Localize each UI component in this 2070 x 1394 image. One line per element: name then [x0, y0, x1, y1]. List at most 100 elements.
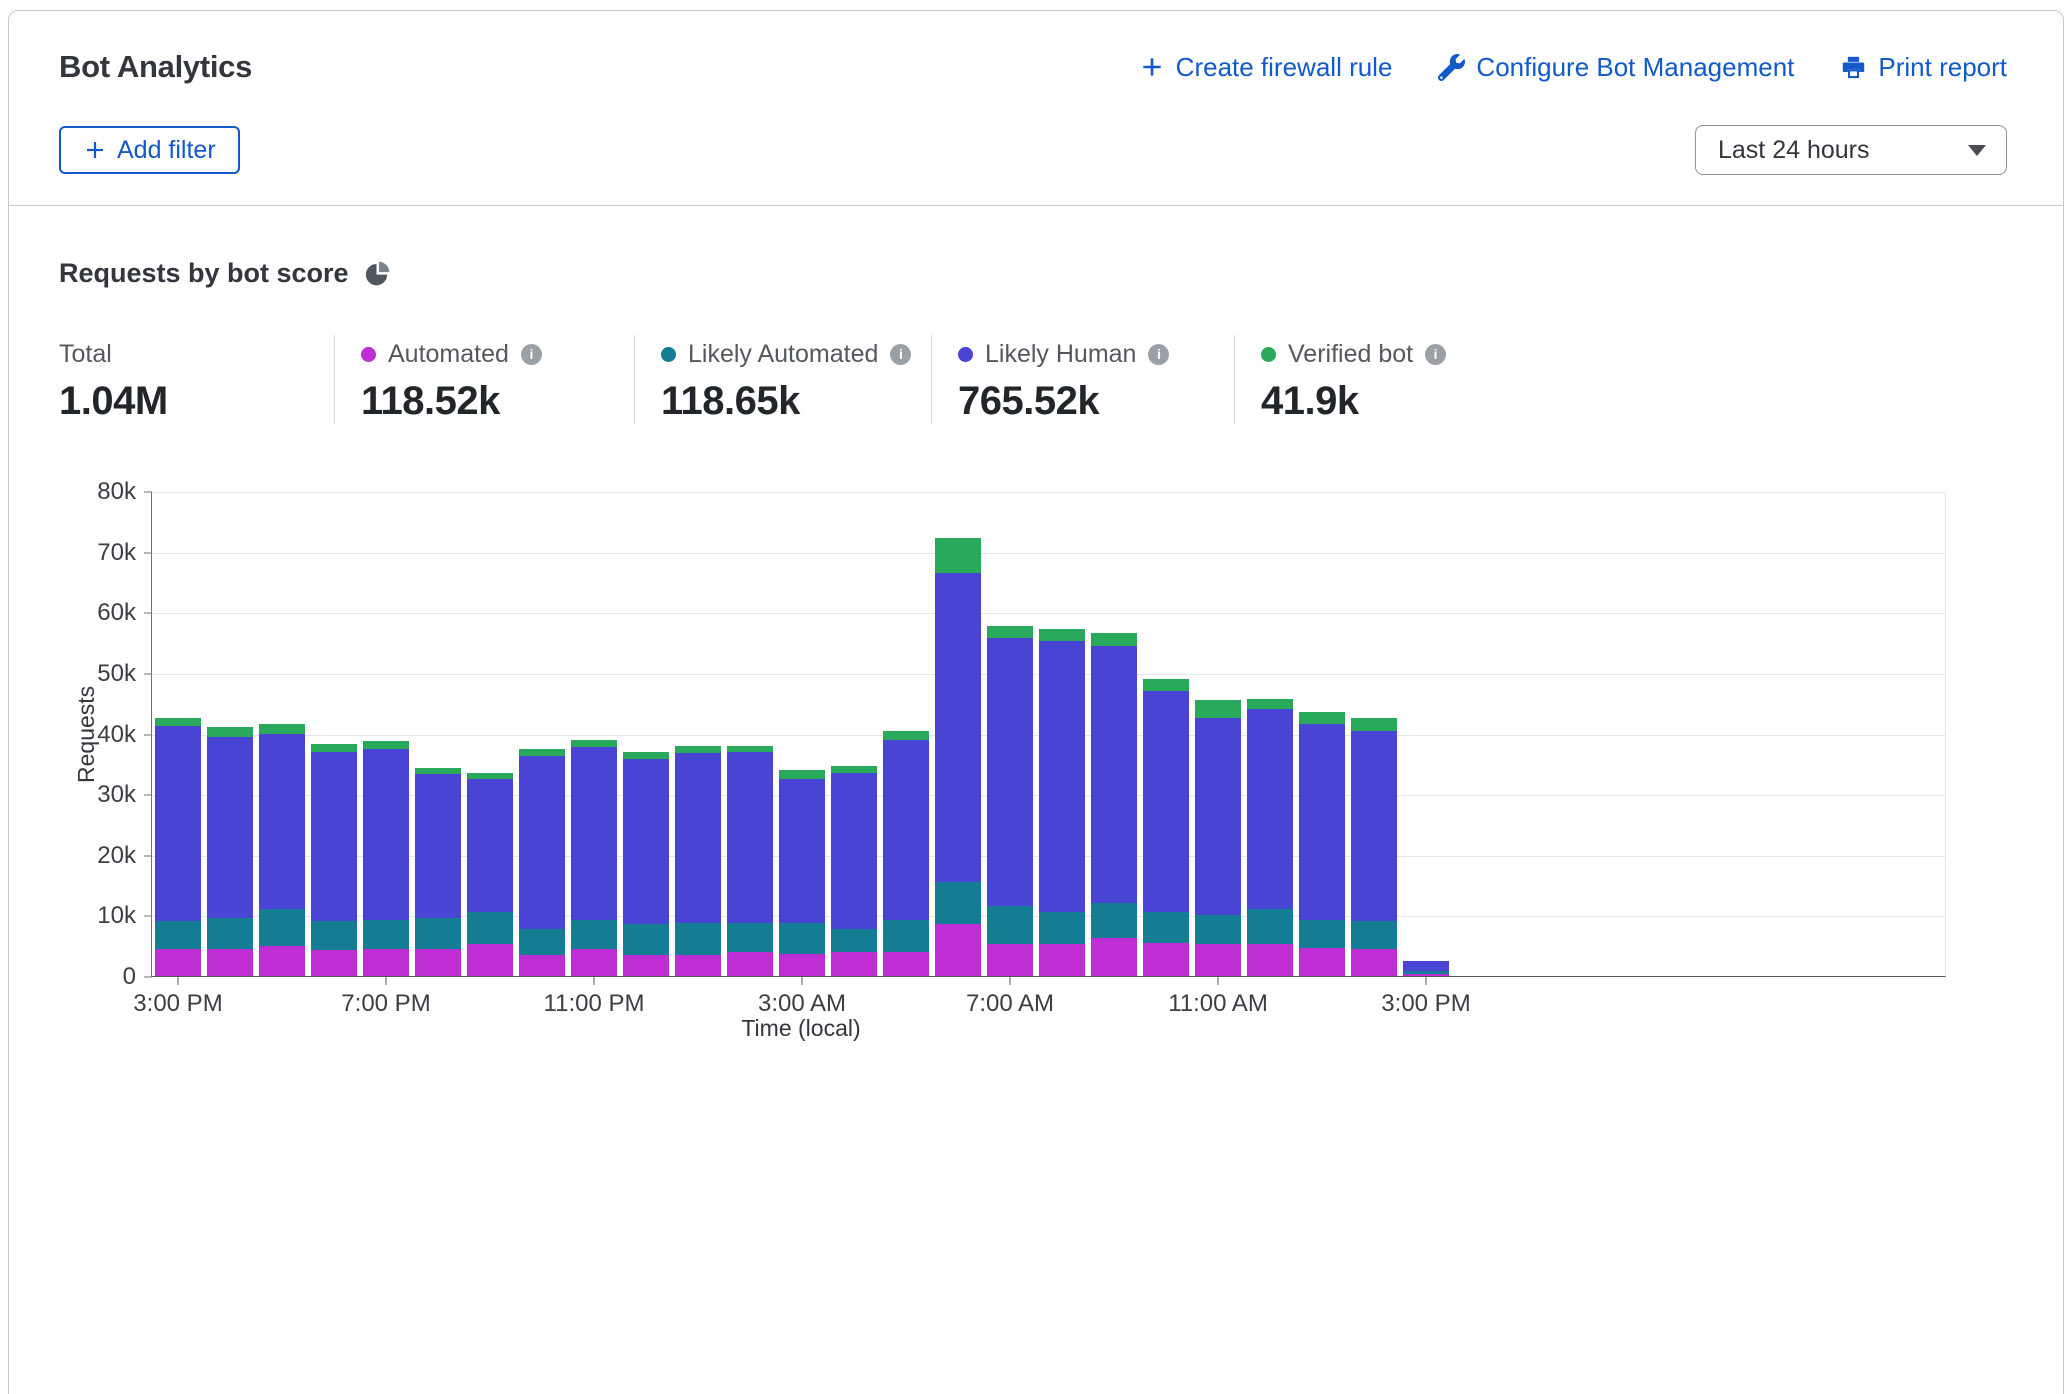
info-icon[interactable] — [890, 344, 911, 365]
info-icon[interactable] — [1148, 344, 1169, 365]
x-tick-label: 7:00 AM — [966, 990, 1054, 1018]
bar-segment-verified-bot — [1247, 699, 1293, 709]
stat-total: Total 1.04M — [59, 335, 334, 424]
bar-18[interactable] — [1091, 633, 1137, 976]
bar-segment-verified-bot — [311, 744, 357, 752]
stat-likely-human-value: 765.52k — [958, 379, 1234, 424]
y-axis-tick — [144, 492, 152, 493]
bar-segment-likely-automated — [363, 920, 409, 948]
bar-15[interactable] — [935, 538, 981, 976]
bar-segment-automated — [259, 946, 305, 976]
bar-11[interactable] — [727, 746, 773, 976]
likely-human-legend-dot — [958, 347, 973, 362]
bar-segment-automated — [415, 949, 461, 976]
bar-10[interactable] — [675, 746, 721, 976]
x-axis-tick — [1010, 977, 1011, 985]
create-firewall-rule-link[interactable]: Create firewall rule — [1139, 52, 1393, 83]
y-axis-tick — [144, 795, 152, 796]
bar-7[interactable] — [519, 749, 565, 976]
bar-segment-likely-automated — [831, 929, 877, 951]
bar-segment-verified-bot — [363, 741, 409, 749]
bar-segment-verified-bot — [1299, 712, 1345, 724]
bar-segment-likely-automated — [207, 918, 253, 948]
bar-20[interactable] — [1195, 700, 1241, 976]
bar-16[interactable] — [987, 626, 1033, 976]
bar-21[interactable] — [1247, 699, 1293, 976]
bar-segment-likely-human — [987, 638, 1033, 907]
bar-segment-likely-automated — [571, 920, 617, 949]
bar-12[interactable] — [779, 770, 825, 976]
y-axis-tick — [144, 916, 152, 917]
bar-5[interactable] — [415, 768, 461, 976]
bar-8[interactable] — [571, 740, 617, 976]
bar-segment-verified-bot — [1351, 718, 1397, 730]
bar-segment-verified-bot — [935, 538, 981, 573]
bar-segment-verified-bot — [675, 746, 721, 753]
y-tick-label: 0 — [66, 963, 136, 991]
bar-1[interactable] — [207, 727, 253, 976]
bar-segment-automated — [363, 949, 409, 976]
print-report-link[interactable]: Print report — [1840, 52, 2007, 83]
bar-segment-automated — [571, 949, 617, 976]
bar-segment-likely-human — [571, 747, 617, 920]
bar-19[interactable] — [1143, 679, 1189, 976]
add-filter-label: Add filter — [117, 136, 216, 165]
bar-segment-likely-human — [623, 759, 669, 925]
bar-0[interactable] — [155, 718, 201, 976]
bar-23[interactable] — [1351, 718, 1397, 976]
bar-13[interactable] — [831, 766, 877, 976]
bar-14[interactable] — [883, 731, 929, 977]
stat-total-value: 1.04M — [59, 379, 334, 424]
bar-segment-likely-automated — [259, 909, 305, 945]
bar-segment-verified-bot — [519, 749, 565, 756]
x-tick-label: 3:00 PM — [133, 990, 222, 1018]
section-title: Requests by bot score — [59, 258, 349, 289]
stat-verified-bot: Verified bot 41.9k — [1234, 335, 2007, 424]
bar-6[interactable] — [467, 773, 513, 976]
y-tick-label: 40k — [66, 721, 136, 749]
bar-segment-verified-bot — [727, 746, 773, 753]
bar-segment-likely-automated — [1143, 912, 1189, 942]
bar-24[interactable] — [1403, 961, 1449, 976]
bar-segment-likely-automated — [1091, 903, 1137, 938]
header-actions: Create firewall rule Configure Bot Manag… — [1139, 52, 2007, 83]
bar-segment-likely-human — [779, 779, 825, 923]
bar-segment-automated — [779, 954, 825, 976]
bot-analytics-card: Bot Analytics Create firewall rule Confi… — [8, 10, 2064, 1394]
bar-3[interactable] — [311, 744, 357, 976]
bar-segment-automated — [883, 952, 929, 976]
bar-9[interactable] — [623, 752, 669, 976]
stat-automated-value: 118.52k — [361, 379, 634, 424]
bar-segment-likely-human — [1351, 731, 1397, 922]
info-icon[interactable] — [1425, 344, 1446, 365]
bar-segment-likely-human — [675, 753, 721, 923]
stat-automated-label: Automated — [388, 340, 509, 369]
bar-segment-likely-human — [883, 740, 929, 920]
y-axis-tick — [144, 613, 152, 614]
x-tick-label: 11:00 AM — [1168, 990, 1268, 1018]
bar-17[interactable] — [1039, 629, 1085, 976]
info-icon[interactable] — [521, 344, 542, 365]
configure-bot-management-link[interactable]: Configure Bot Management — [1438, 52, 1794, 83]
bar-segment-likely-human — [467, 779, 513, 912]
add-filter-button[interactable]: Add filter — [59, 126, 240, 174]
bar-22[interactable] — [1299, 712, 1345, 976]
x-axis-tick — [594, 977, 595, 985]
print-report-label: Print report — [1878, 52, 2007, 83]
bar-segment-verified-bot — [1091, 633, 1137, 645]
time-range-dropdown[interactable]: Last 24 hours — [1695, 125, 2007, 175]
main-section: Requests by bot score Total 1.04M Automa… — [9, 206, 2063, 1054]
y-axis-tick — [144, 673, 152, 674]
bar-segment-verified-bot — [571, 740, 617, 747]
bar-2[interactable] — [259, 724, 305, 976]
bar-4[interactable] — [363, 741, 409, 976]
gridline — [152, 492, 1945, 493]
bar-segment-automated — [675, 955, 721, 976]
bar-segment-verified-bot — [883, 731, 929, 740]
stat-automated: Automated 118.52k — [334, 335, 634, 424]
bar-segment-likely-automated — [727, 923, 773, 951]
x-tick-label: 3:00 AM — [758, 990, 846, 1018]
y-tick-label: 80k — [66, 478, 136, 506]
bar-segment-automated — [1299, 948, 1345, 976]
stat-verified-bot-label: Verified bot — [1288, 340, 1413, 369]
